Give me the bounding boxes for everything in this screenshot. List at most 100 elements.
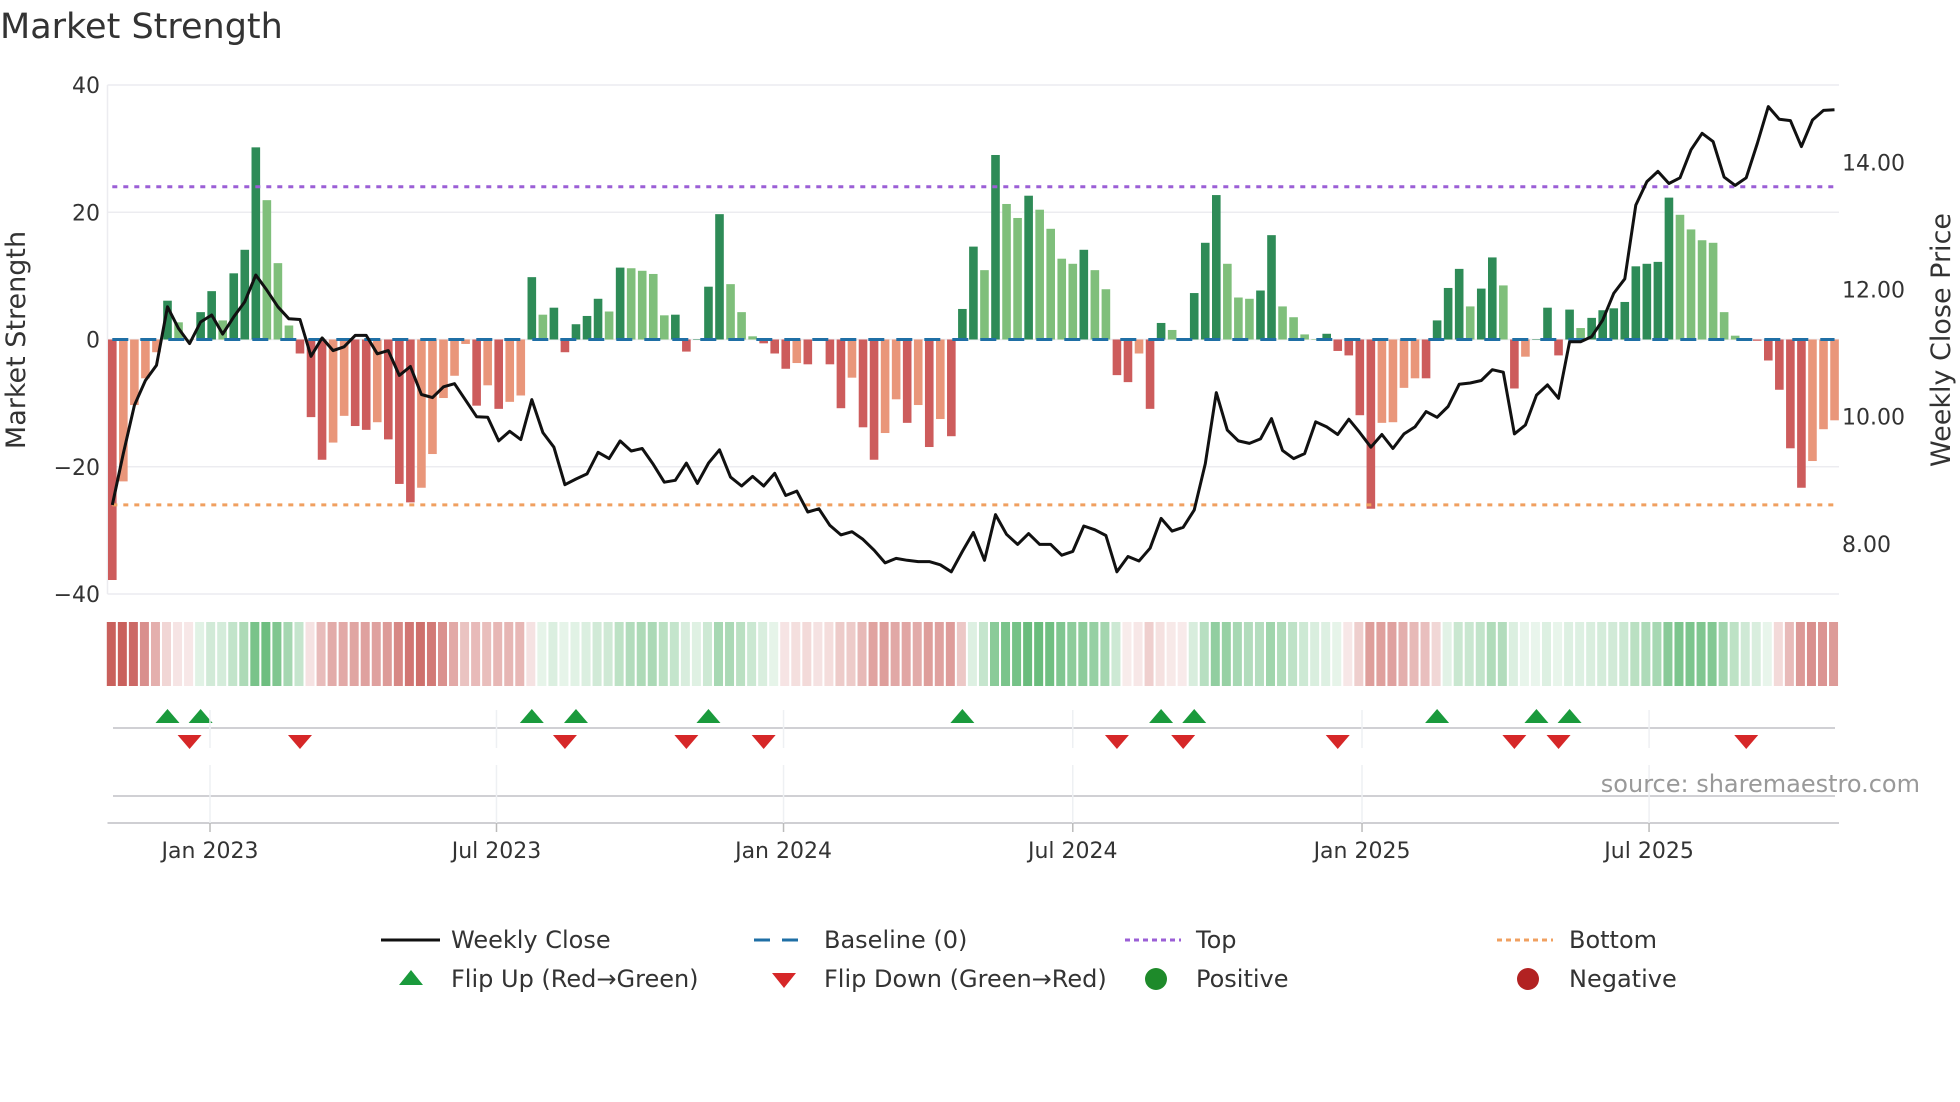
strip-cell — [1420, 622, 1430, 686]
strip-cell — [559, 622, 569, 686]
strip-cell — [923, 622, 933, 686]
strip-cell — [802, 622, 812, 686]
strength-bar — [991, 154, 1000, 340]
strength-bar — [1046, 228, 1055, 340]
strength-bar — [671, 314, 680, 340]
strength-bar — [571, 324, 581, 340]
strength-bar — [549, 307, 559, 340]
strip-cell — [691, 622, 701, 686]
flip-down-marker — [177, 735, 202, 749]
strip-cell — [338, 622, 348, 686]
strength-bar — [1256, 290, 1265, 340]
circle-positive-icon — [1145, 968, 1167, 990]
flip-up-marker — [188, 709, 213, 723]
strip-cell — [1078, 622, 1088, 686]
strip-cell — [1056, 622, 1066, 686]
strip-cell — [978, 622, 988, 686]
y-axis-left: 40 20 0 −20 −40 — [54, 74, 100, 608]
strength-bar — [825, 339, 835, 365]
strip-cell — [173, 622, 183, 686]
strength-bar — [604, 311, 614, 340]
strip-cell — [1343, 622, 1353, 686]
strength-bar — [1465, 306, 1475, 340]
strength-bar — [902, 339, 912, 423]
strip-cell — [1210, 622, 1220, 686]
y2-tick-label: 14.00 — [1842, 152, 1905, 177]
strip-cell — [228, 622, 238, 686]
strip-cell — [1795, 622, 1805, 686]
strength-bar — [726, 284, 735, 340]
strength-bar — [1819, 339, 1828, 430]
flip-up-marker — [696, 709, 721, 723]
strength-bar — [417, 339, 426, 488]
strip-cell — [139, 622, 149, 686]
strength-bar — [560, 339, 570, 353]
strength-bar — [1697, 240, 1707, 340]
triangle-down-icon — [772, 973, 796, 988]
strength-bar — [1013, 217, 1022, 340]
strip-cell — [526, 622, 536, 686]
strip-cell — [570, 622, 580, 686]
strip-cell — [846, 622, 856, 686]
strip-cell — [327, 622, 337, 686]
strip-cell — [725, 622, 735, 686]
flip-down-marker — [674, 735, 699, 749]
strip-cell — [1674, 622, 1684, 686]
strip-cell — [316, 622, 326, 686]
legend-label: Negative — [1569, 965, 1677, 993]
strip-cell — [1023, 622, 1033, 686]
strip-cell — [1442, 622, 1452, 686]
strength-bar — [936, 339, 945, 420]
strength-bar — [1521, 339, 1530, 357]
strength-bar — [350, 339, 360, 427]
flip-up-marker — [950, 709, 975, 723]
strength-bar — [1189, 293, 1199, 340]
strength-bar — [980, 270, 989, 340]
strip-cell — [581, 622, 591, 686]
strip-cell — [1608, 622, 1618, 686]
y2-tick-label: 8.00 — [1842, 533, 1891, 558]
strip-cell — [1762, 622, 1772, 686]
strip-cell — [1630, 622, 1640, 686]
flip-markers — [113, 709, 1835, 797]
flip-down-marker — [1502, 735, 1527, 749]
strength-bar — [704, 286, 713, 340]
strength-bar — [1565, 309, 1574, 340]
strength-bar — [483, 339, 492, 386]
strength-bar — [1653, 261, 1663, 340]
x-tick-label: Jul 2025 — [1602, 839, 1694, 864]
strip-cell — [250, 622, 260, 686]
flip-down-marker — [1734, 735, 1759, 749]
strip-cell — [305, 622, 315, 686]
strength-bar — [648, 273, 658, 340]
strip-cell — [1067, 622, 1077, 686]
flip-down-marker — [287, 735, 312, 749]
strength-bar — [891, 339, 901, 400]
strength-bar — [1333, 339, 1343, 351]
strip-cell — [747, 622, 757, 686]
strip-cell — [680, 622, 690, 686]
strip-cell — [824, 622, 834, 686]
flip-down-marker — [1325, 735, 1350, 749]
triangle-up-icon — [399, 970, 423, 985]
strip-cell — [515, 622, 525, 686]
strip-cell — [371, 622, 381, 686]
flip-down-marker — [1546, 735, 1571, 749]
strip-cell — [1243, 622, 1253, 686]
strip-cell — [1133, 622, 1143, 686]
strength-bar — [1830, 339, 1839, 421]
strength-bar — [1123, 339, 1133, 383]
strip-cell — [128, 622, 138, 686]
strength-bar — [1410, 339, 1420, 379]
x-axis: Jan 2023 Jul 2023 Jan 2024 Jul 2024 Jan 2025… — [107, 710, 1839, 864]
strength-bar — [626, 268, 636, 340]
strength-bar — [1499, 285, 1508, 340]
strength-bar — [251, 147, 261, 340]
strip-cell — [1409, 622, 1419, 686]
strength-bar — [1112, 339, 1122, 376]
strip-cell — [1001, 622, 1011, 686]
flip-up-marker — [1524, 709, 1549, 723]
strength-heat-strip — [106, 622, 1839, 686]
strip-cell — [1685, 622, 1695, 686]
y2-axis-label: Weekly Close Price — [1926, 213, 1957, 467]
